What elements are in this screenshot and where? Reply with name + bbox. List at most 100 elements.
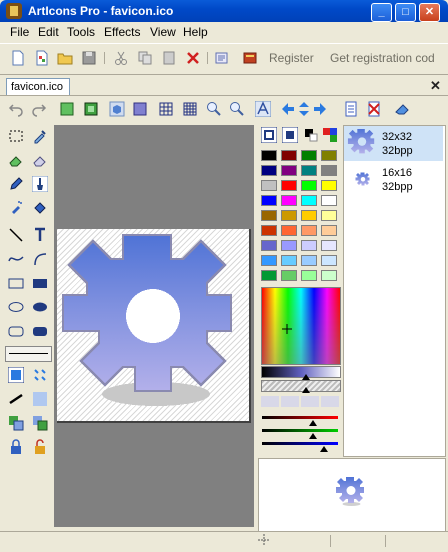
palette-swatch[interactable] bbox=[281, 150, 297, 161]
palette-swatch[interactable] bbox=[301, 150, 317, 161]
layers-icon[interactable] bbox=[8, 415, 24, 431]
delete-format-icon[interactable] bbox=[366, 101, 382, 117]
palette-swatch[interactable] bbox=[301, 210, 317, 221]
color-spectrum-picker[interactable] bbox=[261, 287, 341, 365]
text-antialias-icon[interactable] bbox=[255, 101, 271, 117]
register-book-icon[interactable] bbox=[242, 50, 258, 66]
palette-swatch[interactable] bbox=[281, 195, 297, 206]
rect-filled-icon[interactable] bbox=[32, 275, 48, 291]
menu-effects[interactable]: Effects bbox=[104, 25, 140, 39]
palette-swatch[interactable] bbox=[321, 150, 337, 161]
palette-swatch[interactable] bbox=[301, 180, 317, 191]
palette-swatch[interactable] bbox=[261, 195, 277, 206]
pencil-icon[interactable] bbox=[8, 176, 24, 192]
eraser-icon[interactable] bbox=[8, 152, 24, 168]
bevel-icon[interactable] bbox=[132, 101, 148, 117]
ellipse-filled-icon[interactable] bbox=[32, 299, 48, 315]
alpha-slider[interactable] bbox=[261, 380, 341, 392]
recent-colors-strip[interactable] bbox=[261, 396, 339, 407]
get-registration-code-button[interactable]: Get registration cod bbox=[330, 51, 435, 65]
palette-swatch[interactable] bbox=[321, 210, 337, 221]
brush-icon[interactable] bbox=[32, 176, 48, 192]
palette-swatch[interactable] bbox=[321, 240, 337, 251]
icon-canvas[interactable] bbox=[57, 229, 251, 423]
3d-view-icon[interactable] bbox=[109, 101, 125, 117]
undo-icon[interactable] bbox=[8, 101, 24, 117]
layers-alt-icon[interactable] bbox=[32, 415, 48, 431]
green-slider[interactable] bbox=[262, 429, 338, 432]
maximize-button[interactable]: □ bbox=[395, 3, 416, 22]
palette-swatch[interactable] bbox=[321, 195, 337, 206]
pixel-grid-icon[interactable] bbox=[182, 101, 198, 117]
eyedropper-icon[interactable] bbox=[32, 128, 48, 144]
palette-swatch[interactable] bbox=[281, 225, 297, 236]
palette-swatch[interactable] bbox=[301, 255, 317, 266]
redo-icon[interactable] bbox=[31, 101, 47, 117]
close-button[interactable]: ✕ bbox=[419, 3, 440, 22]
arc-tool-icon[interactable] bbox=[32, 251, 48, 267]
palette-swatch[interactable] bbox=[281, 165, 297, 176]
palette-swatch[interactable] bbox=[261, 270, 277, 281]
palette-swatch[interactable] bbox=[321, 225, 337, 236]
shift-left-icon[interactable] bbox=[280, 101, 296, 117]
eraser-alt-icon[interactable] bbox=[32, 152, 48, 168]
document-close-icon[interactable]: ✕ bbox=[430, 78, 441, 94]
minimize-button[interactable]: _ bbox=[371, 3, 392, 22]
grid-icon[interactable] bbox=[158, 101, 174, 117]
palette-swatch[interactable] bbox=[261, 255, 277, 266]
palette-swatch[interactable] bbox=[321, 165, 337, 176]
palette-swatch[interactable] bbox=[301, 240, 317, 251]
palette-swatch[interactable] bbox=[281, 240, 297, 251]
new-format-icon[interactable] bbox=[343, 101, 359, 117]
blue-thumb-icon[interactable] bbox=[320, 446, 328, 452]
palette-swatch[interactable] bbox=[281, 255, 297, 266]
paste-icon[interactable] bbox=[161, 50, 177, 66]
shift-right-icon[interactable] bbox=[312, 101, 328, 117]
clear-eraser-icon[interactable] bbox=[394, 101, 410, 117]
cut-icon[interactable] bbox=[113, 50, 129, 66]
color-reset-icon[interactable] bbox=[322, 127, 338, 143]
palette-swatch[interactable] bbox=[301, 225, 317, 236]
palette-swatch[interactable] bbox=[301, 165, 317, 176]
lock-icon[interactable] bbox=[8, 439, 24, 455]
menu-help[interactable]: Help bbox=[183, 25, 208, 39]
curve-tool-icon[interactable] bbox=[8, 251, 24, 267]
palette-swatch[interactable] bbox=[261, 225, 277, 236]
palette-swatch[interactable] bbox=[321, 180, 337, 191]
pattern-fill-icon[interactable] bbox=[32, 367, 48, 383]
copy-icon[interactable] bbox=[137, 50, 153, 66]
zoom-out-icon[interactable] bbox=[229, 101, 245, 117]
menu-edit[interactable]: Edit bbox=[38, 25, 59, 39]
green-thumb-icon[interactable] bbox=[309, 433, 317, 439]
palette-swatch[interactable] bbox=[321, 255, 337, 266]
fill-bucket-icon[interactable] bbox=[32, 200, 48, 216]
blue-slider[interactable] bbox=[262, 442, 338, 445]
palette-swatch[interactable] bbox=[281, 270, 297, 281]
palette-swatch[interactable] bbox=[281, 210, 297, 221]
new-file-icon[interactable] bbox=[10, 50, 26, 66]
new-image-icon[interactable] bbox=[34, 50, 50, 66]
palette-swatch[interactable] bbox=[321, 270, 337, 281]
solid-fill-icon[interactable] bbox=[8, 367, 24, 383]
open-folder-icon[interactable] bbox=[57, 50, 73, 66]
delete-icon[interactable] bbox=[185, 50, 201, 66]
soft-fill-icon[interactable] bbox=[32, 391, 48, 407]
palette-swatch[interactable] bbox=[301, 195, 317, 206]
palette-swatch[interactable] bbox=[261, 165, 277, 176]
select-frame-icon[interactable] bbox=[59, 101, 75, 117]
register-button[interactable]: Register bbox=[269, 51, 314, 65]
brightness-slider[interactable] bbox=[261, 366, 341, 378]
alpha-thumb-icon[interactable] bbox=[302, 387, 310, 393]
rect-outline-icon[interactable] bbox=[8, 275, 24, 291]
ellipse-outline-icon[interactable] bbox=[8, 299, 24, 315]
text-tool-icon[interactable] bbox=[32, 227, 48, 243]
red-slider[interactable] bbox=[262, 416, 338, 419]
palette-swatch[interactable] bbox=[261, 210, 277, 221]
save-icon[interactable] bbox=[81, 50, 97, 66]
unlock-icon[interactable] bbox=[32, 439, 48, 455]
rect-select-icon[interactable] bbox=[8, 128, 24, 144]
menu-tools[interactable]: Tools bbox=[67, 25, 95, 39]
rounded-rect-outline-icon[interactable] bbox=[8, 323, 24, 339]
palette-swatch[interactable] bbox=[281, 180, 297, 191]
format-size-16[interactable]: 16x16 bbox=[382, 167, 412, 179]
